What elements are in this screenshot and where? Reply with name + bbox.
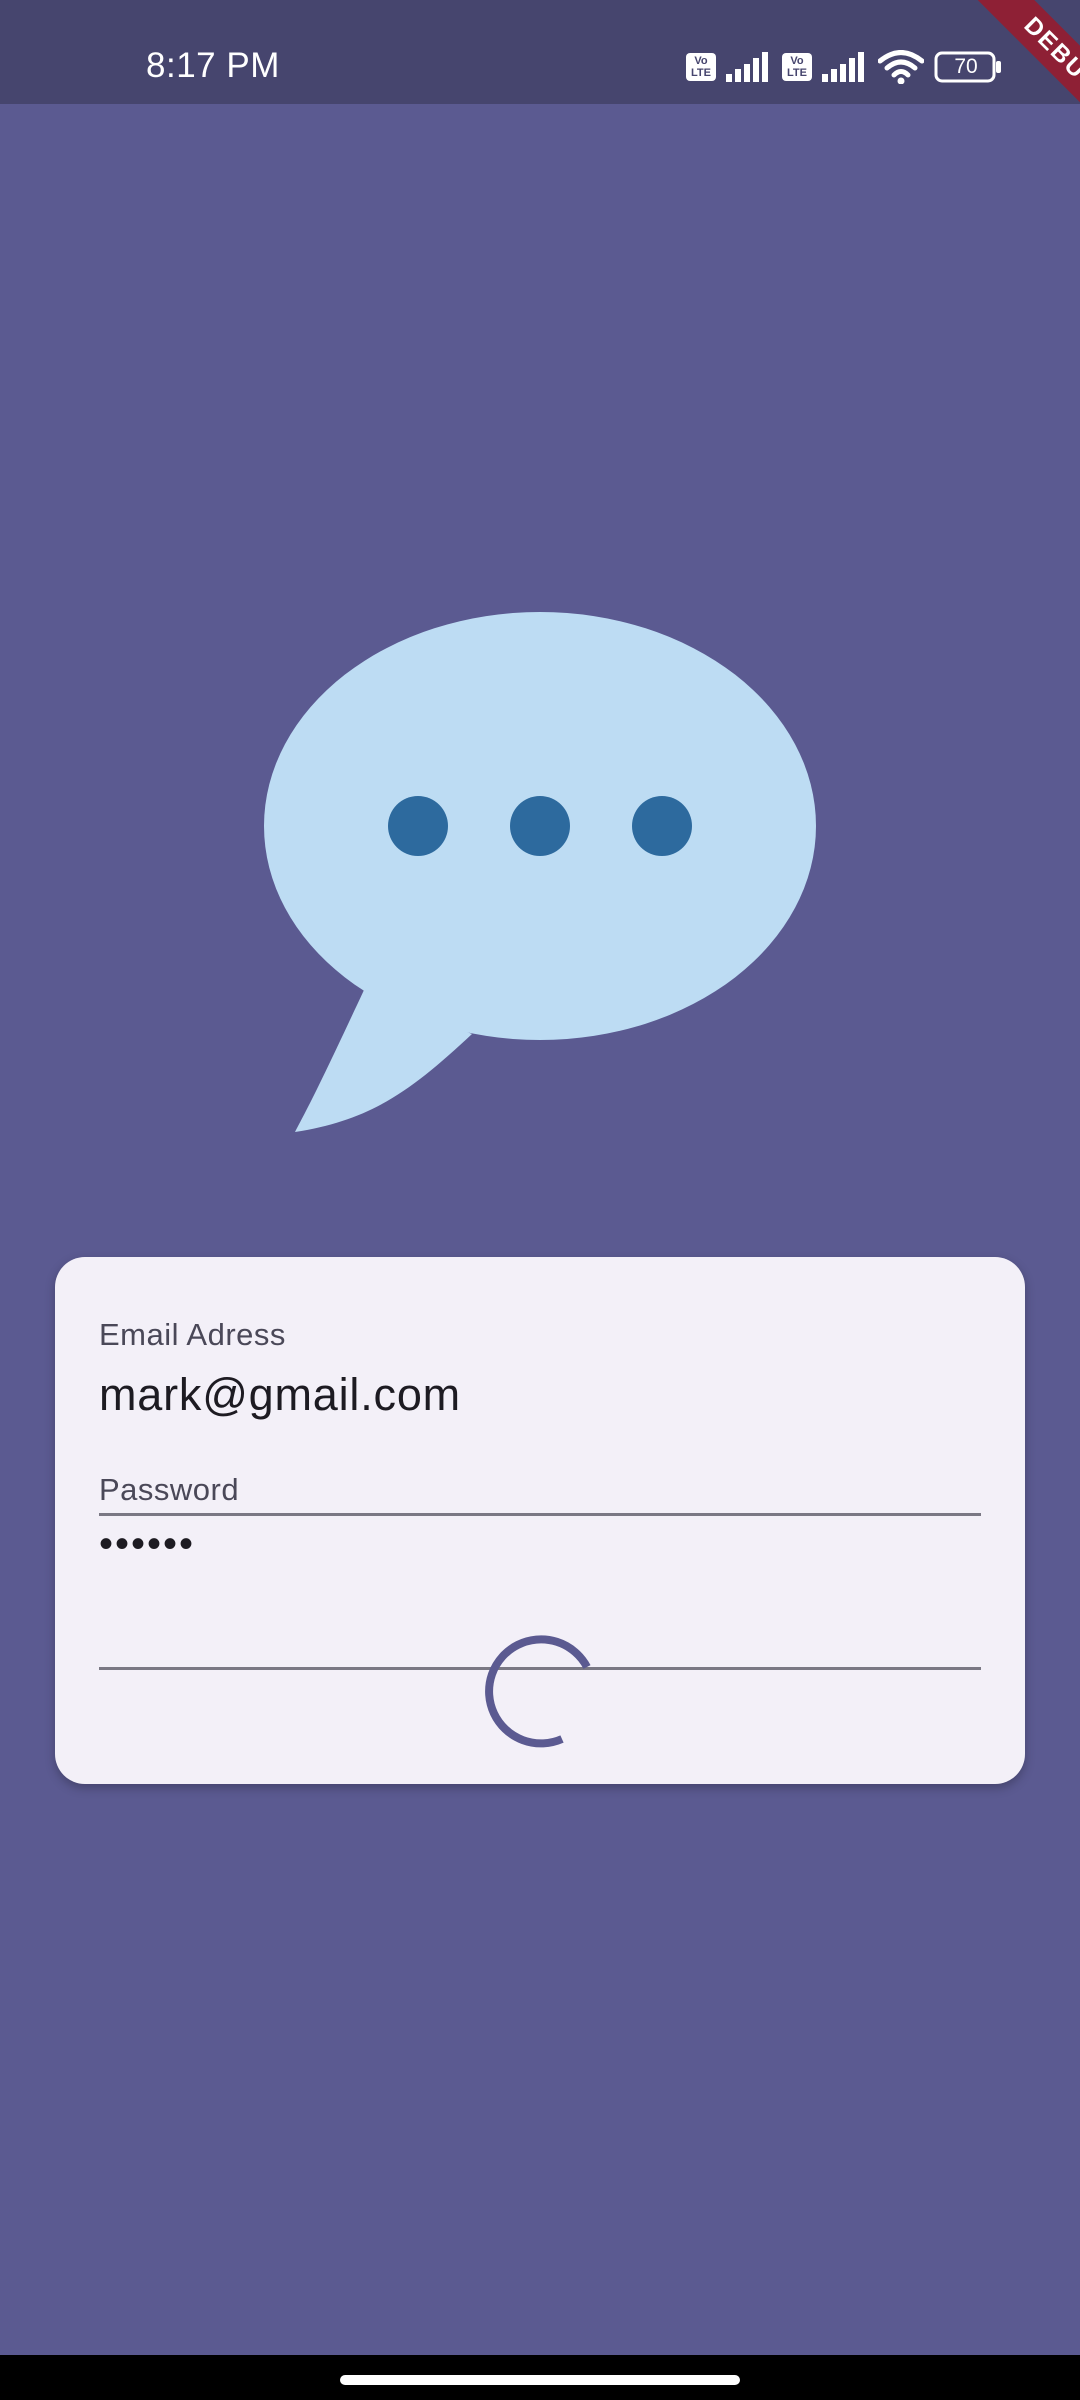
- typing-dot: [510, 796, 570, 856]
- navigation-bar: [0, 2355, 1080, 2400]
- chat-bubble-icon: [262, 610, 818, 1136]
- volte-icon: Vo LTE: [782, 53, 812, 81]
- volte-icon: Vo LTE: [686, 53, 716, 81]
- status-icons: Vo LTE Vo LTE 70: [686, 50, 1004, 84]
- battery-icon: 70: [934, 51, 1004, 83]
- email-input[interactable]: mark@gmail.com: [99, 1369, 461, 1421]
- home-indicator[interactable]: [340, 2375, 740, 2385]
- battery-level: 70: [954, 55, 978, 78]
- loading-spinner: [482, 1634, 598, 1750]
- password-input[interactable]: ••••••: [99, 1518, 195, 1570]
- login-card: Email Adress mark@gmail.com Password •••…: [55, 1257, 1025, 1784]
- status-bar: 8:17 PM Vo LTE Vo LTE 70: [0, 0, 1080, 104]
- signal-icon: [822, 52, 868, 82]
- status-time: 8:17 PM: [146, 46, 280, 85]
- typing-dot: [632, 796, 692, 856]
- password-label: Password: [99, 1472, 240, 1507]
- signal-icon: [726, 52, 772, 82]
- typing-dot: [388, 796, 448, 856]
- email-label: Email Adress: [99, 1317, 286, 1352]
- wifi-icon: [878, 50, 924, 84]
